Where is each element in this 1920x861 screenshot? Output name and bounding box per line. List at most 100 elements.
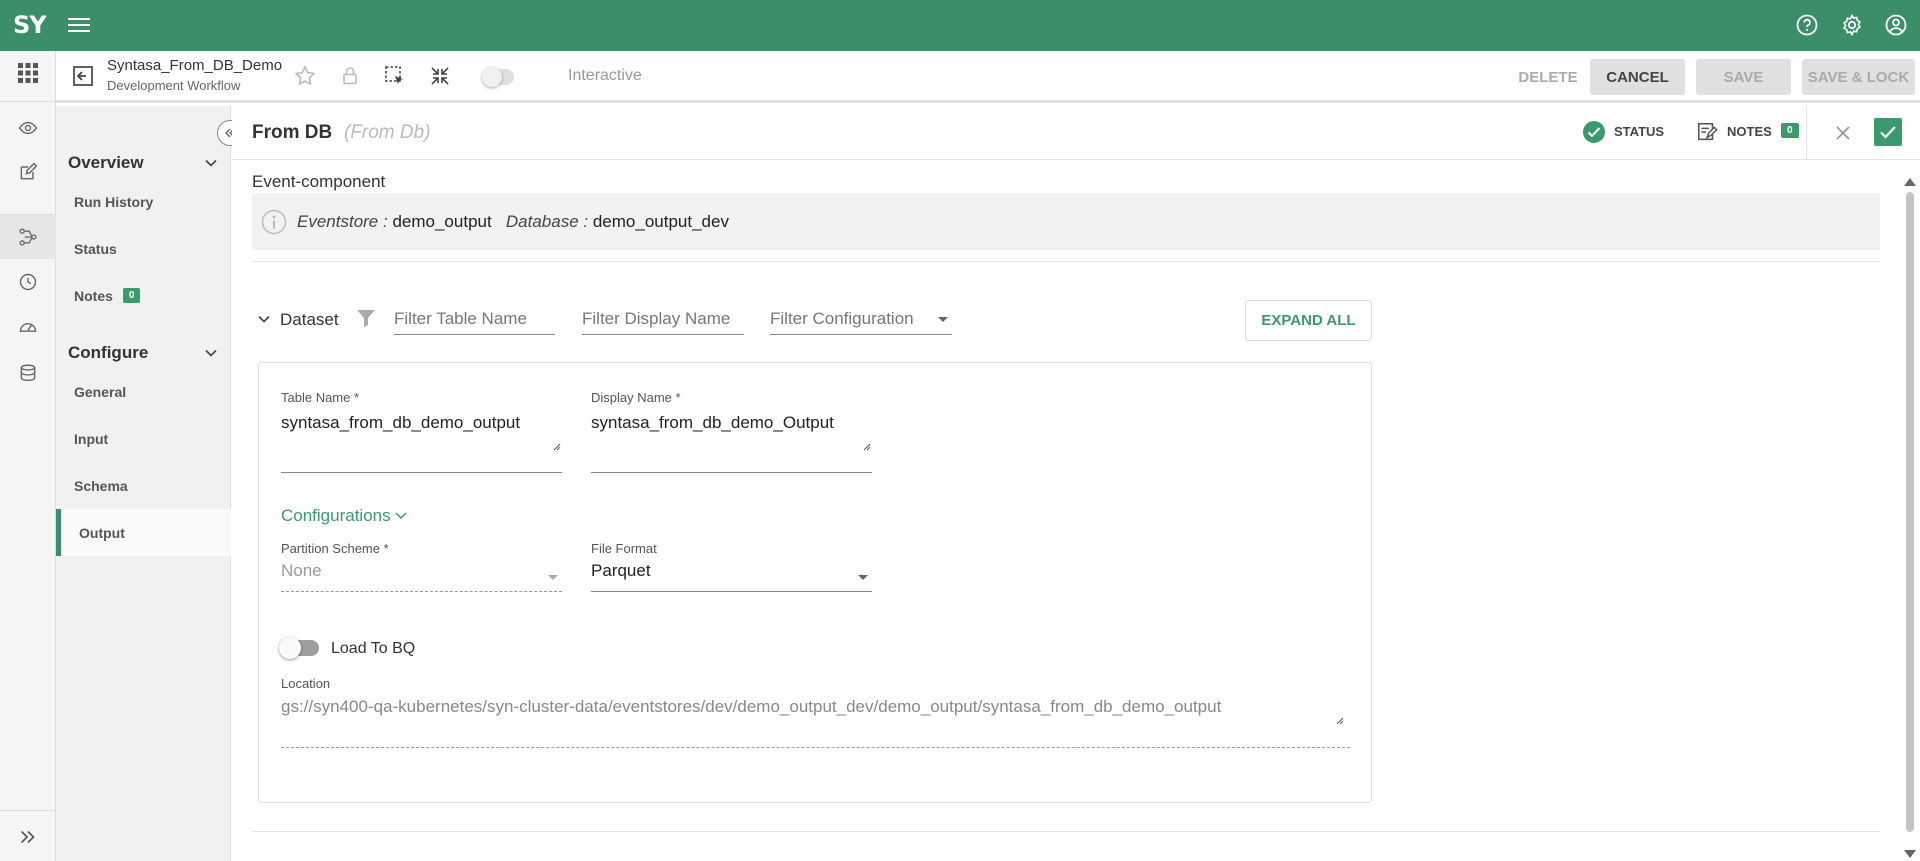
help-icon[interactable]: [1795, 13, 1819, 37]
resize-handle-icon[interactable]: [863, 443, 871, 451]
display-name-label: Display Name *: [591, 390, 681, 405]
panel-title: From DB: [252, 122, 333, 143]
menu-icon[interactable]: [68, 14, 90, 36]
file-format-select[interactable]: Parquet: [591, 561, 872, 591]
chevron-down-icon[interactable]: [257, 312, 271, 326]
sidebar-item-output[interactable]: Output: [56, 509, 231, 556]
expand-rail-icon[interactable]: [0, 815, 56, 859]
file-format-value: Parquet: [591, 561, 651, 580]
cancel-button[interactable]: CANCEL: [1590, 59, 1685, 95]
eye-icon[interactable]: [0, 106, 56, 150]
interactive-toggle[interactable]: [482, 67, 514, 87]
overview-section-title[interactable]: Overview: [68, 153, 144, 173]
left-icon-rail: [0, 51, 56, 861]
sidebar-item-label: Schema: [74, 477, 128, 494]
confirm-button[interactable]: [1874, 118, 1902, 146]
partition-scheme-underline: [281, 591, 562, 592]
dataset-card: Table Name * syntasa_from_db_demo_output…: [258, 362, 1372, 803]
sidebar-item-label: Notes: [74, 287, 113, 304]
interactive-label: Interactive: [568, 67, 642, 84]
partition-scheme-label: Partition Scheme *: [281, 541, 389, 556]
history-icon[interactable]: [0, 260, 56, 304]
sidebar-item-label: Run History: [74, 193, 154, 210]
status-check-icon[interactable]: [1582, 120, 1606, 144]
eventstore-value: demo_output: [392, 212, 492, 231]
fit-icon[interactable]: [428, 64, 452, 88]
notes-icon[interactable]: [1696, 121, 1718, 143]
database-value: demo_output_dev: [592, 212, 729, 231]
location-label: Location: [281, 676, 331, 691]
workflow-icon[interactable]: [0, 215, 56, 259]
chevron-down-icon[interactable]: [204, 156, 218, 170]
partition-scheme-select[interactable]: None: [281, 561, 562, 591]
info-icon: [261, 209, 287, 235]
resize-handle-icon[interactable]: [1336, 717, 1344, 725]
configurations-toggle[interactable]: Configurations: [281, 506, 407, 526]
select-icon[interactable]: [383, 64, 407, 88]
load-to-bq-label: Load To BQ: [331, 640, 416, 657]
eventstore-info-text: Eventstore : demo_output Database : demo…: [297, 212, 729, 232]
app-logo[interactable]: SY: [13, 11, 47, 39]
scroll-down-icon[interactable]: [1904, 850, 1916, 858]
divider: [252, 261, 1880, 262]
divider: [252, 831, 1880, 832]
component-sidebar: Overview Run History Status Notes 0 Confi…: [56, 106, 231, 861]
table-name-input[interactable]: syntasa_from_db_demo_output: [281, 413, 520, 433]
display-name-underline: [591, 472, 872, 473]
header-separator: [1806, 106, 1807, 160]
back-icon[interactable]: [71, 64, 95, 88]
scroll-up-icon[interactable]: [1904, 178, 1916, 186]
notes-count-badge: 0: [1781, 123, 1799, 138]
status-button[interactable]: STATUS: [1614, 124, 1664, 139]
location-input[interactable]: gs://syn400-qa-kubernetes/syn-cluster-da…: [281, 697, 1221, 717]
configurations-label: Configurations: [281, 506, 391, 525]
star-icon[interactable]: [293, 64, 317, 88]
eventstore-info-bar: Eventstore : demo_output Database : demo…: [252, 193, 1880, 250]
top-app-bar: SY: [0, 0, 1920, 51]
notes-count-badge: 0: [122, 288, 141, 303]
filter-table-name-input[interactable]: [394, 303, 555, 335]
display-name-input[interactable]: syntasa_from_db_demo_Output: [591, 413, 834, 433]
configure-section-title[interactable]: Configure: [68, 343, 148, 363]
scrollbar-thumb[interactable]: [1906, 192, 1914, 832]
sidebar-item-schema[interactable]: Schema: [56, 462, 231, 509]
settings-icon[interactable]: [1840, 13, 1864, 37]
dropdown-arrow-icon: [548, 575, 558, 580]
filter-display-name-input[interactable]: [582, 303, 744, 335]
sidebar-item-status[interactable]: Status: [56, 225, 231, 272]
rail-divider: [0, 101, 56, 102]
load-to-bq-toggle[interactable]: [279, 637, 319, 659]
dashboard-icon[interactable]: [0, 305, 56, 349]
chevron-down-icon[interactable]: [204, 346, 218, 360]
filter-configuration-select[interactable]: Filter Configuration: [770, 303, 952, 335]
sidebar-item-general[interactable]: General: [56, 368, 231, 415]
lock-icon[interactable]: [338, 64, 362, 88]
edit-icon[interactable]: [0, 150, 56, 194]
apps-icon[interactable]: [0, 51, 56, 95]
dataset-label[interactable]: Dataset: [280, 310, 339, 330]
confirm-icon: [1880, 126, 1896, 139]
sidebar-item-input[interactable]: Input: [56, 415, 231, 462]
resize-handle-icon[interactable]: [553, 443, 561, 451]
workflow-title: Syntasa_From_DB_Demo: [107, 57, 283, 74]
account-icon[interactable]: [1884, 13, 1908, 37]
storage-icon[interactable]: [0, 351, 56, 395]
output-content: Event-component Eventstore : demo_output…: [232, 160, 1900, 861]
eventstore-key: Eventstore :: [297, 212, 388, 231]
expand-all-button[interactable]: EXPAND ALL: [1245, 300, 1372, 341]
sidebar-item-notes[interactable]: Notes 0: [56, 272, 231, 319]
filter-icon: [357, 310, 375, 327]
rail-divider: [0, 810, 56, 811]
sidebar-item-run-history[interactable]: Run History: [56, 178, 231, 225]
notes-button[interactable]: NOTES: [1727, 124, 1772, 139]
file-format-label: File Format: [591, 541, 657, 556]
sidebar-item-label: Status: [74, 240, 117, 257]
filter-configuration-placeholder: Filter Configuration: [770, 309, 914, 328]
save-button[interactable]: SAVE: [1696, 59, 1791, 95]
table-name-label: Table Name *: [281, 390, 360, 405]
sidebar-item-label: Input: [74, 430, 109, 447]
save-lock-button[interactable]: SAVE & LOCK: [1802, 59, 1915, 95]
close-icon[interactable]: [1834, 124, 1852, 142]
workflow-header: Syntasa_From_DB_Demo Development Workflo…: [56, 51, 1920, 103]
delete-button[interactable]: DELETE: [1496, 59, 1600, 95]
